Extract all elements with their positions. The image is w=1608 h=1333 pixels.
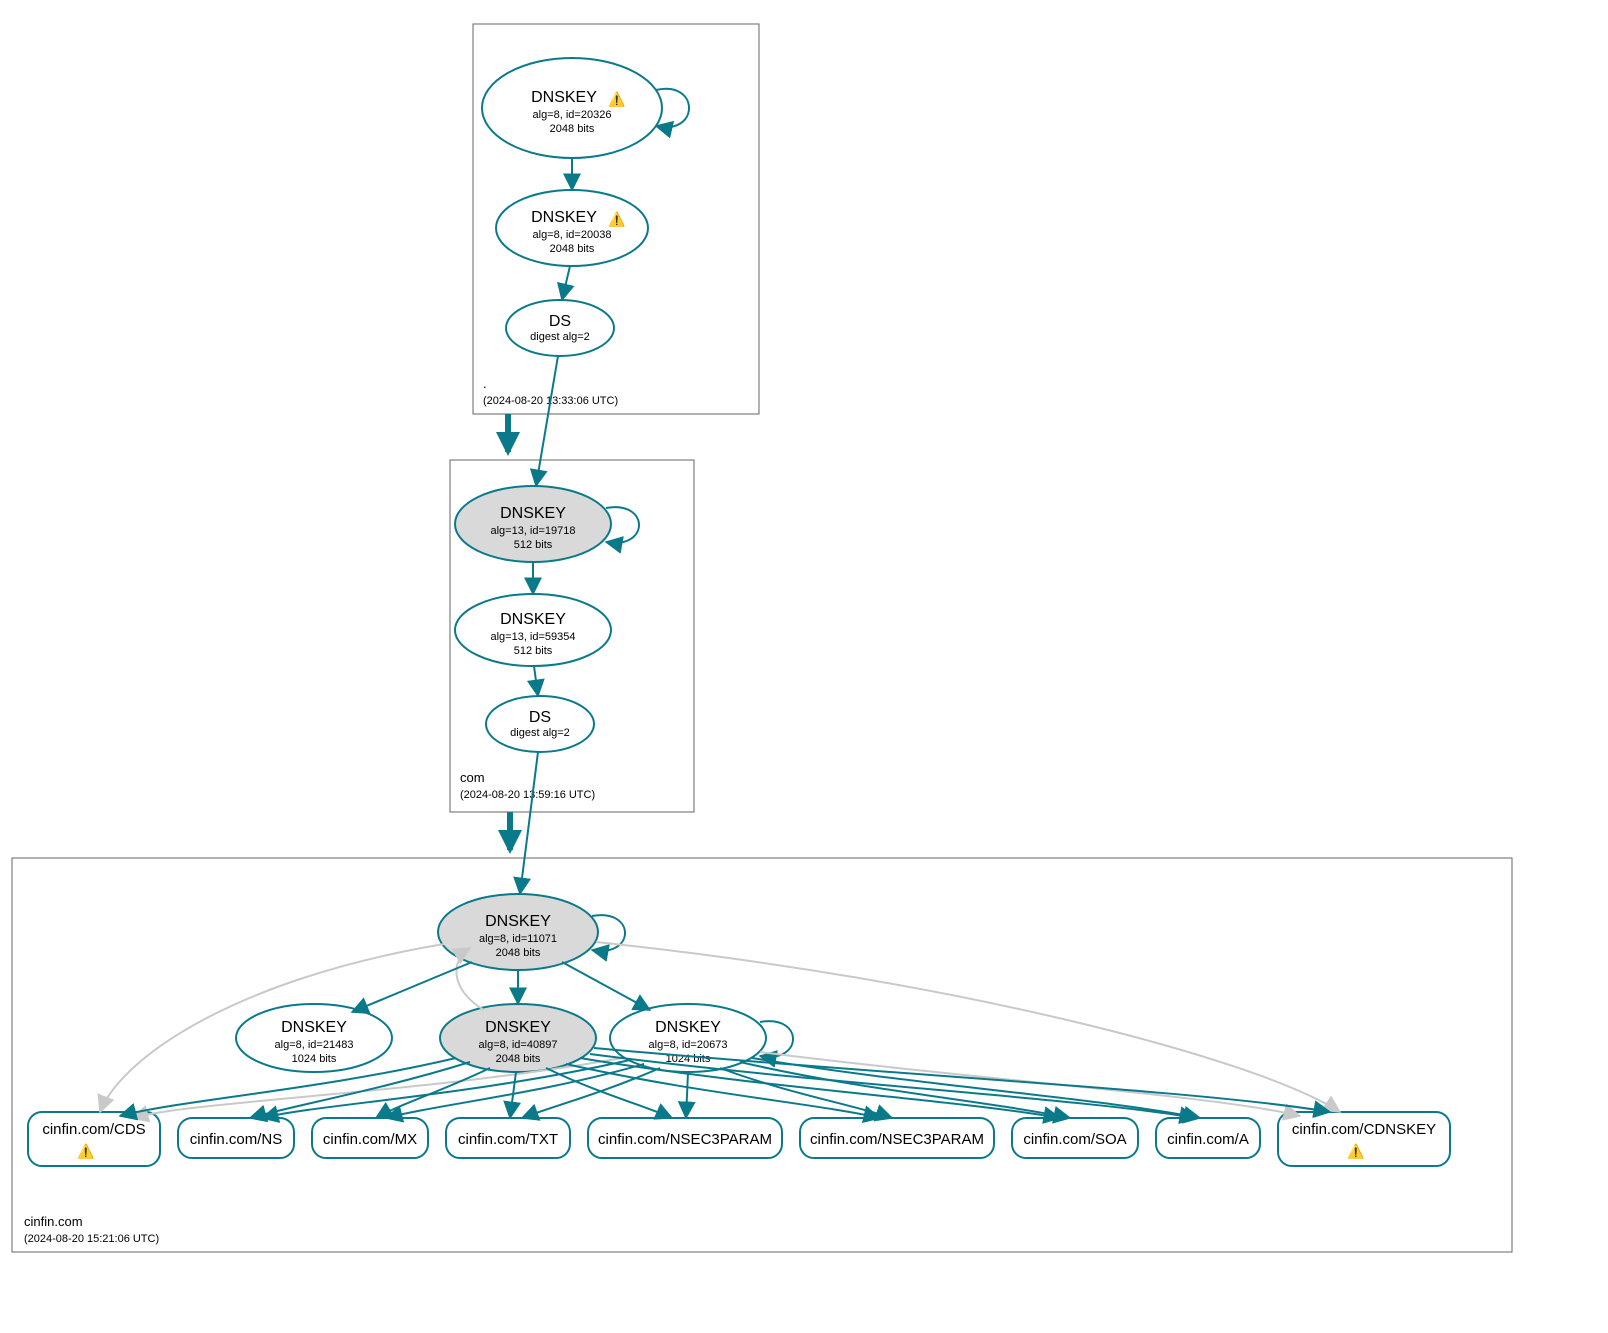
svg-text:digest alg=2: digest alg=2 bbox=[530, 331, 590, 343]
edge-ksk-z3 bbox=[562, 962, 650, 1010]
svg-text:alg=8, id=21483: alg=8, id=21483 bbox=[275, 1039, 354, 1051]
node-dnskey-root-ksk[interactable]: DNSKEY ⚠️ alg=8, id=20326 2048 bits bbox=[482, 58, 662, 158]
svg-text:DNSKEY: DNSKEY bbox=[500, 505, 566, 522]
warning-icon: ⚠️ bbox=[608, 211, 625, 228]
edge-com-zsk-ds bbox=[534, 666, 538, 696]
svg-text:cinfin.com/CDNSKEY: cinfin.com/CDNSKEY bbox=[1292, 1121, 1436, 1138]
edge-root-zsk-ds bbox=[562, 266, 570, 300]
zone-cinfin-label: cinfin.com bbox=[24, 1214, 83, 1229]
rrset-mx[interactable]: cinfin.com/MX bbox=[312, 1118, 428, 1158]
node-dnskey-com-ksk[interactable]: DNSKEY alg=13, id=19718 512 bits bbox=[455, 486, 611, 562]
svg-text:DNSKEY: DNSKEY bbox=[281, 1019, 347, 1036]
svg-text:cinfin.com/NSEC3PARAM: cinfin.com/NSEC3PARAM bbox=[810, 1131, 984, 1148]
node-dnskey-com-zsk[interactable]: DNSKEY alg=13, id=59354 512 bits bbox=[455, 594, 611, 666]
svg-text:512 bits: 512 bits bbox=[514, 645, 553, 657]
svg-text:DS: DS bbox=[529, 709, 551, 726]
zone-root-label: . bbox=[483, 376, 487, 391]
edge-z3-nsec3a bbox=[686, 1072, 688, 1118]
svg-text:cinfin.com/CDS: cinfin.com/CDS bbox=[42, 1121, 145, 1138]
zone-cinfin-ts: (2024-08-20 15:21:06 UTC) bbox=[24, 1233, 159, 1245]
svg-text:digest alg=2: digest alg=2 bbox=[510, 727, 570, 739]
rrset-cdnskey[interactable]: cinfin.com/CDNSKEY ⚠️ bbox=[1278, 1112, 1450, 1166]
rrset-a[interactable]: cinfin.com/A bbox=[1156, 1118, 1260, 1158]
node-ds-com[interactable]: DS digest alg=2 bbox=[486, 696, 594, 752]
node-dnskey-cinfin-z2[interactable]: DNSKEY alg=8, id=40897 2048 bits bbox=[440, 1004, 596, 1072]
node-dnskey-cinfin-z1[interactable]: DNSKEY alg=8, id=21483 1024 bits bbox=[236, 1004, 392, 1072]
svg-text:512 bits: 512 bits bbox=[514, 539, 553, 551]
svg-text:DNSKEY: DNSKEY bbox=[500, 611, 566, 628]
svg-text:1024 bits: 1024 bits bbox=[292, 1053, 337, 1065]
svg-text:2048 bits: 2048 bits bbox=[550, 123, 595, 135]
svg-text:alg=8, id=11071: alg=8, id=11071 bbox=[479, 933, 557, 945]
rrset-cds[interactable]: cinfin.com/CDS ⚠️ bbox=[28, 1112, 160, 1166]
svg-text:DNSKEY: DNSKEY bbox=[485, 1019, 551, 1036]
svg-text:DNSKEY: DNSKEY bbox=[485, 913, 551, 930]
rrset-ns[interactable]: cinfin.com/NS bbox=[178, 1118, 294, 1158]
svg-text:2048 bits: 2048 bits bbox=[496, 947, 541, 959]
svg-text:cinfin.com/A: cinfin.com/A bbox=[1167, 1131, 1249, 1148]
rrset-soa[interactable]: cinfin.com/SOA bbox=[1012, 1118, 1138, 1158]
edge-z3-txt bbox=[522, 1068, 660, 1118]
svg-text:cinfin.com/NS: cinfin.com/NS bbox=[190, 1131, 283, 1148]
svg-text:cinfin.com/MX: cinfin.com/MX bbox=[323, 1131, 417, 1148]
zone-com-ts: (2024-08-20 13:59:16 UTC) bbox=[460, 789, 595, 801]
edge-ksk-z1 bbox=[352, 962, 472, 1012]
node-dnskey-root-zsk[interactable]: DNSKEY ⚠️ alg=8, id=20038 2048 bits bbox=[496, 190, 648, 266]
svg-text:DNSKEY: DNSKEY bbox=[655, 1019, 721, 1036]
node-dnskey-cinfin-ksk[interactable]: DNSKEY alg=8, id=11071 2048 bits bbox=[438, 894, 598, 970]
zone-cinfin: cinfin.com (2024-08-20 15:21:06 UTC) bbox=[12, 858, 1512, 1252]
svg-text:DS: DS bbox=[549, 313, 571, 330]
edge-z2-nsec3a bbox=[546, 1068, 672, 1118]
rrset-txt[interactable]: cinfin.com/TXT bbox=[446, 1118, 570, 1158]
svg-text:alg=8, id=20038: alg=8, id=20038 bbox=[533, 229, 612, 241]
warning-icon: ⚠️ bbox=[608, 91, 625, 108]
svg-text:alg=8, id=20326: alg=8, id=20326 bbox=[533, 109, 612, 121]
edge-ds-cinfin-ksk bbox=[520, 752, 538, 894]
warning-icon: ⚠️ bbox=[77, 1143, 94, 1160]
warning-icon: ⚠️ bbox=[1347, 1143, 1364, 1160]
svg-text:alg=13, id=59354: alg=13, id=59354 bbox=[490, 631, 575, 643]
svg-text:alg=8, id=40897: alg=8, id=40897 bbox=[479, 1039, 558, 1051]
svg-text:DNSKEY: DNSKEY bbox=[531, 89, 597, 106]
svg-text:cinfin.com/NSEC3PARAM: cinfin.com/NSEC3PARAM bbox=[598, 1131, 772, 1148]
svg-text:2048 bits: 2048 bits bbox=[496, 1053, 541, 1065]
rrset-nsec3b[interactable]: cinfin.com/NSEC3PARAM bbox=[800, 1118, 994, 1158]
svg-text:2048 bits: 2048 bits bbox=[550, 243, 595, 255]
svg-text:cinfin.com/TXT: cinfin.com/TXT bbox=[458, 1131, 558, 1148]
svg-text:alg=13, id=19718: alg=13, id=19718 bbox=[490, 525, 575, 537]
edge-ds-com-ksk bbox=[536, 356, 558, 486]
zone-com-label: com bbox=[460, 770, 485, 785]
svg-text:DNSKEY: DNSKEY bbox=[531, 209, 597, 226]
svg-text:alg=8, id=20673: alg=8, id=20673 bbox=[649, 1039, 728, 1051]
svg-text:cinfin.com/SOA: cinfin.com/SOA bbox=[1023, 1131, 1126, 1148]
rrset-nsec3a[interactable]: cinfin.com/NSEC3PARAM bbox=[588, 1118, 782, 1158]
node-ds-root[interactable]: DS digest alg=2 bbox=[506, 300, 614, 356]
